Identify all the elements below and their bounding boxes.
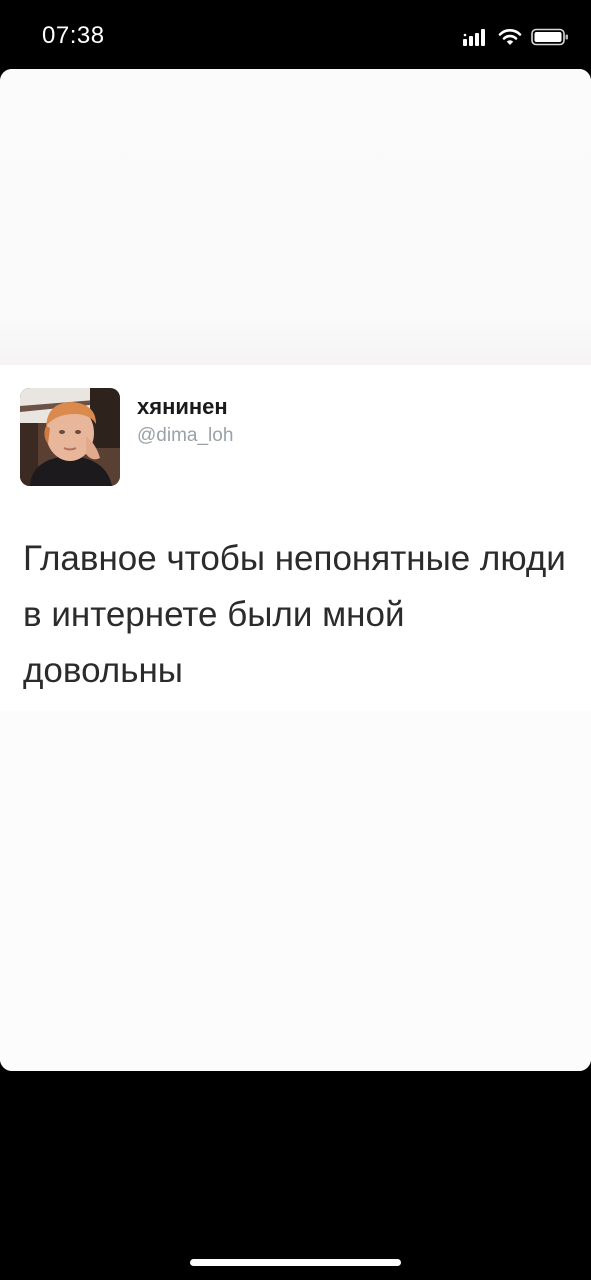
phone-screen: 07:38 хянинен @dima_loh Главное чтобы не… [0,0,591,1280]
user-handle[interactable]: @dima_loh [137,425,233,447]
tweet-text: Главное чтобы непонятные люди в интернет… [23,539,566,690]
status-icons [463,26,569,48]
wifi-icon [498,29,522,45]
image-card: хянинен @dima_loh Главное чтобы непонятн… [0,69,591,1071]
profile-photo-image [20,388,120,486]
image-top-area [0,69,591,365]
status-bar: 07:38 [0,0,591,70]
home-indicator[interactable] [190,1259,401,1266]
battery-icon [531,28,568,46]
display-name[interactable]: хянинен [137,394,228,420]
signal-icon [463,29,485,46]
status-time: 07:38 [42,22,105,49]
tweet: хянинен @dima_loh Главное чтобы непонятн… [0,365,591,711]
image-bottom-area [0,711,591,1071]
avatar [20,388,120,486]
